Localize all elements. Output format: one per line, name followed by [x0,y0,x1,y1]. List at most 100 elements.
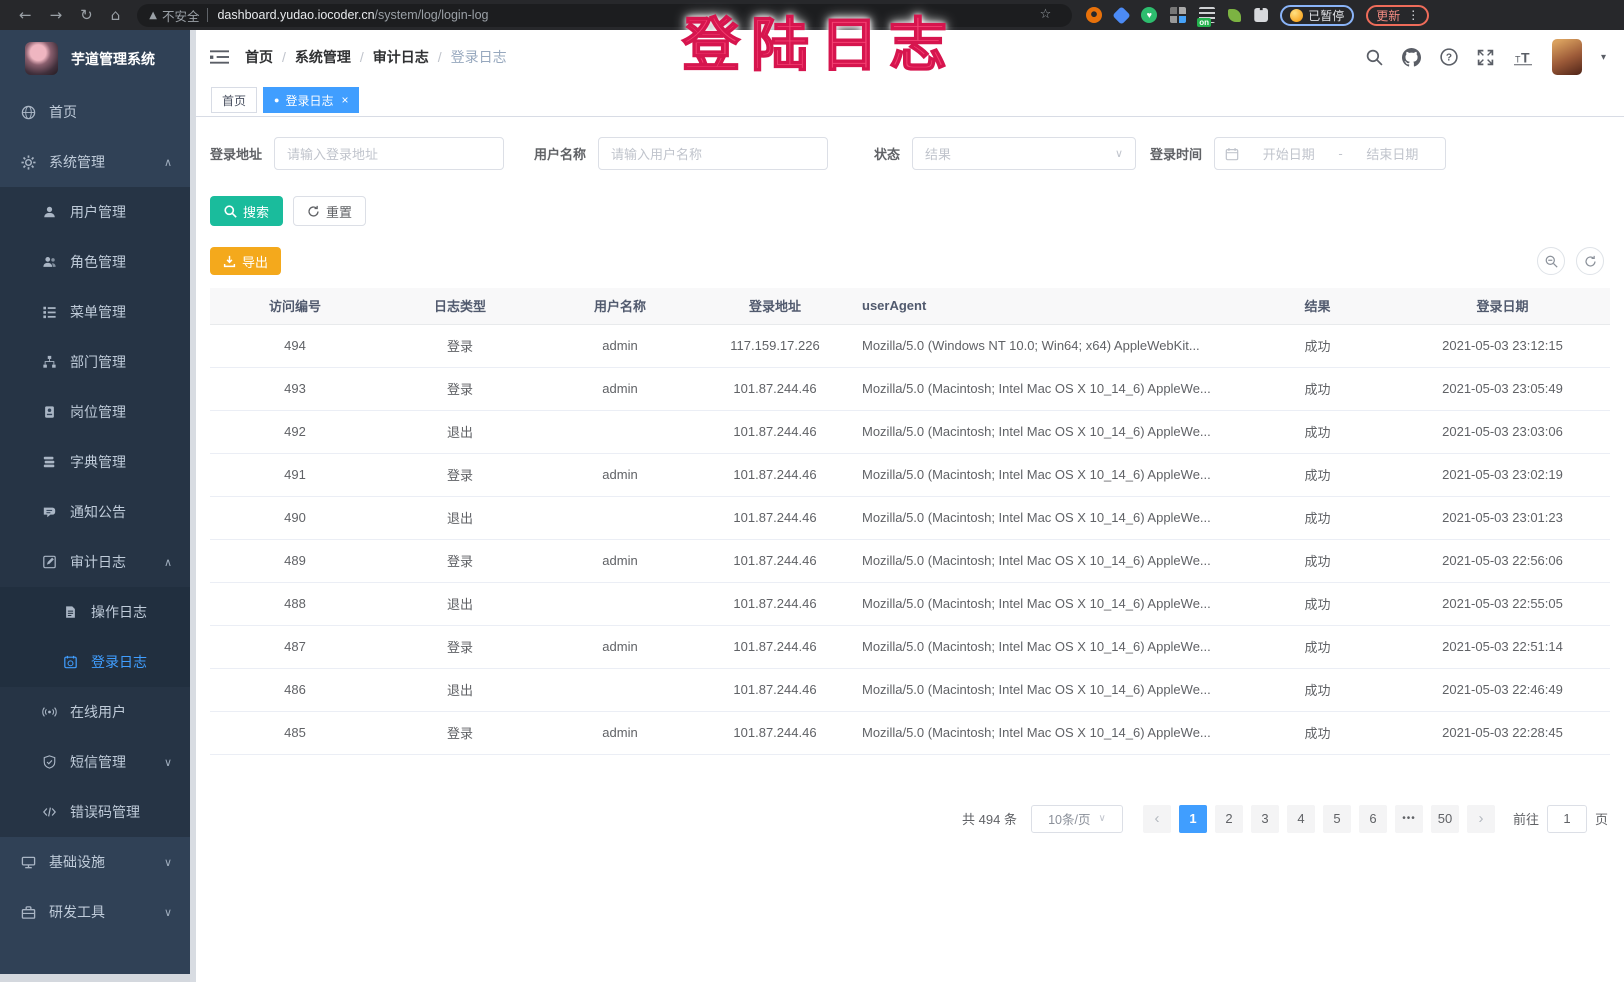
table-row[interactable]: 493登录admin101.87.244.46Mozilla/5.0 (Maci… [210,367,1610,410]
cell-result: 成功 [1240,453,1395,496]
export-button[interactable]: 导出 [210,247,281,275]
page-button-5[interactable]: 5 [1323,805,1351,833]
sidebar-menu: 首页 系统管理 ∧ 用户管理 角色管理 菜单管理 部门管理 [0,87,190,937]
sidebar-item-user-mgmt[interactable]: 用户管理 [0,187,190,237]
fullscreen-icon[interactable] [1477,49,1494,66]
cell-result: 成功 [1240,496,1395,539]
table-row[interactable]: 486退出101.87.244.46Mozilla/5.0 (Macintosh… [210,668,1610,711]
github-icon[interactable] [1402,48,1421,67]
sidebar-item-notice[interactable]: 通知公告 [0,487,190,537]
status-label: 状态 [874,144,900,163]
cell-user [540,410,700,453]
browser-forward-icon[interactable]: → [50,0,63,30]
sidebar-item-infra[interactable]: 基础设施 ∨ [0,837,190,887]
sidebar-item-online-users[interactable]: 在线用户 [0,687,190,737]
reset-button[interactable]: 重置 [293,196,366,226]
sidebar-item-dict-mgmt[interactable]: 字典管理 [0,437,190,487]
breadcrumb-home[interactable]: 首页 [245,47,273,67]
table-row[interactable]: 490退出101.87.244.46Mozilla/5.0 (Macintosh… [210,496,1610,539]
table-row[interactable]: 491登录admin101.87.244.46Mozilla/5.0 (Maci… [210,453,1610,496]
table-row[interactable]: 487登录admin101.87.244.46Mozilla/5.0 (Maci… [210,625,1610,668]
cell-id: 492 [210,410,380,453]
sidebar-item-errcode-mgmt[interactable]: 错误码管理 [0,787,190,837]
audit-pen-icon [42,555,57,569]
user-avatar[interactable] [1552,39,1582,75]
table-row[interactable]: 494登录admin117.159.17.226Mozilla/5.0 (Win… [210,324,1610,367]
sidebar-item-devtools[interactable]: 研发工具 ∨ [0,887,190,937]
page-button-1[interactable]: 1 [1179,805,1207,833]
sidebar-item-audit-log[interactable]: 审计日志 ∧ [0,537,190,587]
refresh-table-button[interactable] [1576,247,1604,275]
browser-back-icon[interactable]: ← [19,0,32,30]
font-size-icon[interactable]: TT [1513,49,1533,66]
table-row[interactable]: 485登录admin101.87.244.46Mozilla/5.0 (Maci… [210,711,1610,754]
page-button-4[interactable]: 4 [1287,805,1315,833]
date-range-picker[interactable]: 开始日期 - 结束日期 [1214,137,1446,170]
page-button-2[interactable]: 2 [1215,805,1243,833]
app-logo-row[interactable]: 芋道管理系统 [0,30,190,87]
table-row[interactable]: 488退出101.87.244.46Mozilla/5.0 (Macintosh… [210,582,1610,625]
bottom-scrollbar[interactable] [0,974,190,982]
extension-grid-icon[interactable] [1170,7,1186,23]
login-address-input[interactable]: 请输入登录地址 [274,137,504,170]
page-button-50[interactable]: 50 [1431,805,1459,833]
page-size-select[interactable]: 10条/页 ∨ [1031,805,1123,833]
hide-search-button[interactable] [1537,247,1565,275]
search-icon[interactable] [1366,49,1383,66]
table-row[interactable]: 492退出101.87.244.46Mozilla/5.0 (Macintosh… [210,410,1610,453]
breadcrumb-system[interactable]: 系统管理 [295,47,351,67]
sidebar-item-operate-log[interactable]: 操作日志 [0,587,190,637]
breadcrumb: 首页 / 系统管理 / 审计日志 / 登录日志 [245,47,507,67]
tab-home[interactable]: 首页 [211,87,257,113]
bookmark-star-icon[interactable]: ☆ [1040,0,1052,30]
more-pages-button[interactable]: ••• [1395,805,1423,833]
status-select[interactable]: 结果 ∨ [912,137,1136,170]
help-icon[interactable]: ? [1440,48,1458,66]
browser-reload-icon[interactable]: ↻ [80,0,93,30]
breadcrumb-audit[interactable]: 审计日志 [373,47,429,67]
cell-address: 101.87.244.46 [700,410,850,453]
extension-list-icon[interactable]: on [1199,7,1215,23]
extension-leaf-icon[interactable] [1228,9,1241,22]
profile-paused-pill[interactable]: 已暂停 [1280,5,1354,26]
sidebar-item-system[interactable]: 系统管理 ∧ [0,137,190,187]
pagination-goto: 前往 1 页 [1513,805,1608,833]
search-button[interactable]: 搜索 [210,196,283,226]
cell-useragent: Mozilla/5.0 (Macintosh; Intel Mac OS X 1… [850,582,1240,625]
page-button-3[interactable]: 3 [1251,805,1279,833]
sidebar-item-login-log[interactable]: 登录日志 [0,637,190,687]
username-input[interactable]: 请输入用户名称 [598,137,828,170]
sidebar-scrollbar[interactable] [190,30,196,982]
tab-login-log[interactable]: ● 登录日志 × [263,87,359,113]
goto-page-input[interactable]: 1 [1547,805,1587,833]
extension-blue-icon[interactable] [1113,6,1131,24]
sidebar-item-menu-mgmt[interactable]: 菜单管理 [0,287,190,337]
sidebar-item-role-mgmt[interactable]: 角色管理 [0,237,190,287]
cell-type: 登录 [380,367,540,410]
page-button-6[interactable]: 6 [1359,805,1387,833]
sidebar-item-sms-mgmt[interactable]: 短信管理 ∨ [0,737,190,787]
extension-green-heart-icon[interactable]: ♥ [1141,7,1157,23]
breadcrumb-separator: / [360,49,364,65]
sidebar-item-home[interactable]: 首页 [0,87,190,137]
server-icon [21,855,36,870]
extension-orange-icon[interactable] [1086,7,1102,23]
cell-user: admin [540,625,700,668]
breadcrumb-current: 登录日志 [451,47,507,67]
sidebar-item-dept-mgmt[interactable]: 部门管理 [0,337,190,387]
prev-page-button[interactable]: ‹ [1143,805,1171,833]
browser-home-icon[interactable]: ⌂ [111,0,121,30]
shield-check-icon [42,755,57,769]
cell-date: 2021-05-03 23:05:49 [1395,367,1610,410]
sidebar-toggle-icon[interactable] [210,49,229,65]
browser-update-pill[interactable]: 更新 ⋮ [1366,5,1429,26]
avatar-caret-icon[interactable]: ▾ [1601,52,1606,63]
filter-username: 用户名称 请输入用户名称 [534,137,828,170]
not-secure-warning-icon: ▲ [149,10,157,21]
tab-close-icon[interactable]: × [341,93,348,107]
sidebar-item-post-mgmt[interactable]: 岗位管理 [0,387,190,437]
next-page-button[interactable]: › [1467,805,1495,833]
browser-menu-dots-icon[interactable]: ⋮ [1407,0,1419,30]
extensions-puzzle-icon[interactable] [1254,8,1268,22]
table-row[interactable]: 489登录admin101.87.244.46Mozilla/5.0 (Maci… [210,539,1610,582]
